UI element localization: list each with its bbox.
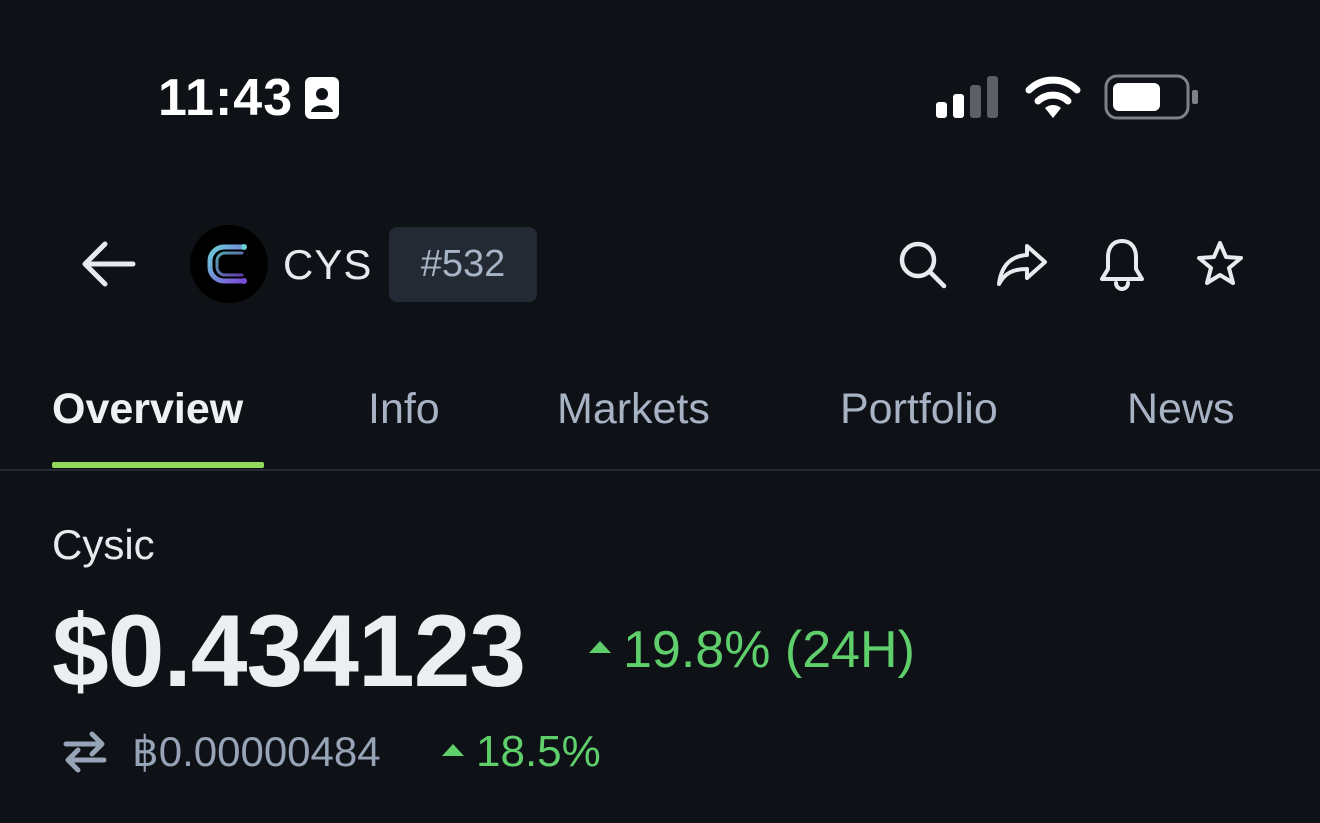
tab-markets[interactable]: Markets: [557, 382, 710, 436]
contact-card-icon: [304, 76, 340, 120]
tab-portfolio[interactable]: Portfolio: [840, 382, 998, 436]
wifi-icon: [1024, 74, 1082, 118]
star-icon: [1195, 239, 1245, 294]
status-time: 11:43: [158, 69, 294, 127]
btc-price-change: 18.5%: [476, 727, 601, 776]
active-tab-indicator: [52, 462, 264, 468]
battery-icon: [1104, 74, 1200, 120]
coin-logo: [190, 225, 268, 303]
back-arrow-icon: [79, 240, 137, 293]
tab-overview[interactable]: Overview: [52, 382, 243, 436]
share-icon: [995, 240, 1049, 293]
bell-icon: [1098, 237, 1146, 296]
swap-arrows-icon: [62, 731, 108, 778]
swap-currency-button[interactable]: [62, 730, 108, 774]
rank-badge: #532: [389, 227, 537, 302]
btc-price: ฿0.00000484: [132, 728, 381, 775]
coin-price: $0.434123: [52, 594, 526, 708]
up-triangle-icon: [442, 744, 464, 756]
back-button[interactable]: [72, 236, 144, 296]
coin-name: Cysic: [52, 521, 155, 568]
cellular-signal-icon: [936, 76, 1004, 118]
alerts-button[interactable]: [1092, 236, 1152, 296]
share-button[interactable]: [992, 236, 1052, 296]
up-triangle-icon: [589, 641, 611, 653]
search-icon: [896, 238, 948, 295]
favorite-button[interactable]: [1190, 236, 1250, 296]
tab-info[interactable]: Info: [368, 382, 440, 436]
tab-news[interactable]: News: [1127, 382, 1235, 436]
tabs-divider: [0, 469, 1320, 471]
search-button[interactable]: [892, 236, 952, 296]
price-change-24h: 19.8% (24H): [623, 621, 915, 679]
coin-ticker: CYS: [283, 241, 373, 288]
